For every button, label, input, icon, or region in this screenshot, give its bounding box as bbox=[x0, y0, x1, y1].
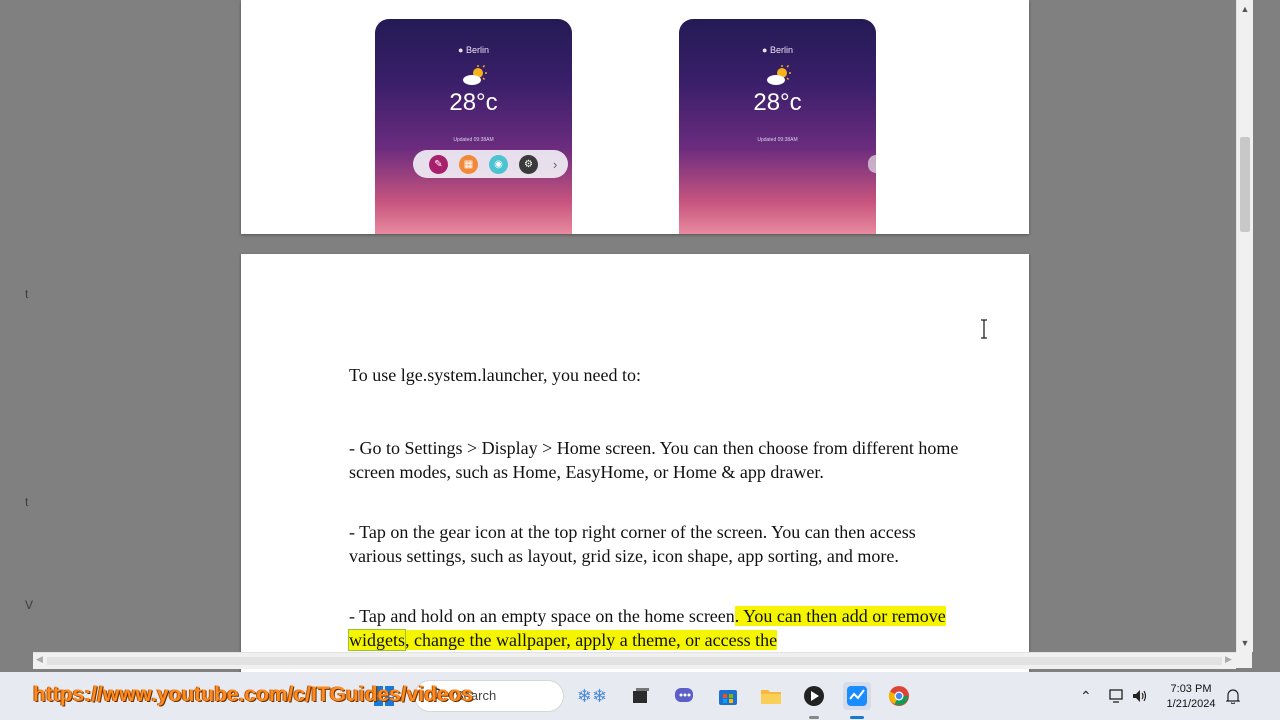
page-1: ● Berlin 28°c Updated 09:38AM ✎ ▦ ◉ ⚙ › … bbox=[241, 0, 1029, 234]
file-explorer-icon[interactable] bbox=[759, 684, 783, 708]
snowflake-widget-icon[interactable]: ❄❄ bbox=[577, 684, 607, 708]
horizontal-scrollbar[interactable]: ◀ ▶ bbox=[33, 652, 1236, 669]
store-icon[interactable] bbox=[716, 684, 740, 708]
chevron-right-icon: › bbox=[553, 156, 558, 172]
scrollbar-corner bbox=[1236, 652, 1252, 668]
partly-sunny-icon bbox=[463, 65, 487, 85]
margin-mark: t bbox=[25, 495, 29, 509]
temperature: 28°c bbox=[753, 89, 802, 116]
vertical-scroll-thumb[interactable] bbox=[1240, 137, 1250, 232]
partly-sunny-icon bbox=[767, 65, 791, 85]
book-app-icon: ▦ bbox=[459, 154, 478, 174]
paragraph-3: - Tap and hold on an empty space on the … bbox=[348, 604, 961, 652]
updated-time: Updated 09:38AM bbox=[453, 137, 494, 143]
scroll-down-icon[interactable]: ▼ bbox=[1237, 638, 1253, 648]
channel-url-overlay: https://www.youtube.com/c/ITGuides/video… bbox=[33, 683, 474, 706]
paragraph-3-plain: - Tap and hold on an empty space on the … bbox=[349, 606, 735, 626]
margin-mark: t bbox=[25, 287, 29, 301]
highlight-span: . You can then add or remove bbox=[734, 606, 946, 626]
highlight-selected-word: widgets bbox=[348, 629, 406, 651]
notification-bell-icon[interactable] bbox=[1226, 672, 1240, 720]
document-viewer: t t V ● Berlin 28°c Updated 09:38AM ✎ ▦ … bbox=[0, 0, 1280, 672]
paragraph-2: - Tap on the gear icon at the top right … bbox=[349, 522, 916, 566]
pin-app-icon: ◉ bbox=[489, 154, 508, 174]
edit-app-icon: ✎ bbox=[429, 154, 448, 174]
weather-city: ● Berlin bbox=[458, 45, 489, 55]
weather-city: ● Berlin bbox=[762, 45, 793, 55]
phone-screenshot-without-dock: ● Berlin 28°c Updated 09:38AM bbox=[679, 19, 876, 234]
highlight-span: , change the wallpaper, apply a theme, o… bbox=[405, 630, 778, 650]
paragraph-1: - Go to Settings > Display > Home screen… bbox=[349, 438, 959, 482]
scroll-left-icon[interactable]: ◀ bbox=[36, 654, 43, 665]
app-dock: ✎ ▦ ◉ ⚙ › bbox=[413, 150, 568, 178]
network-icon[interactable] bbox=[1109, 672, 1125, 720]
scroll-right-icon[interactable]: ▶ bbox=[1225, 654, 1232, 665]
active-app-indicator bbox=[850, 716, 864, 719]
settings-app-icon: ⚙ bbox=[519, 154, 538, 174]
scroll-up-icon[interactable]: ▲ bbox=[1237, 4, 1253, 14]
updated-time: Updated 09:38AM bbox=[757, 137, 798, 143]
text-cursor-icon bbox=[981, 319, 987, 339]
system-clock[interactable]: 7:03 PM 1/21/2024 bbox=[1158, 682, 1224, 712]
temperature: 28°c bbox=[449, 89, 498, 116]
teams-chat-icon[interactable] bbox=[673, 684, 697, 708]
horizontal-scroll-thumb[interactable] bbox=[47, 657, 1222, 665]
margin-mark: V bbox=[25, 598, 34, 612]
show-hidden-icons[interactable]: ⌃ bbox=[1080, 672, 1092, 720]
page-2: To use lge.system.launcher, you need to:… bbox=[241, 254, 1029, 672]
left-margin-strip: t t V bbox=[0, 0, 33, 672]
active-app-indicator bbox=[809, 716, 819, 719]
phone-screenshot-with-dock: ● Berlin 28°c Updated 09:38AM ✎ ▦ ◉ ⚙ › bbox=[375, 19, 572, 234]
clock-time: 7:03 PM bbox=[1170, 683, 1212, 695]
task-view-icon[interactable] bbox=[629, 684, 653, 708]
chrome-icon[interactable] bbox=[887, 684, 911, 708]
activity-app-icon[interactable] bbox=[843, 682, 871, 710]
media-player-icon[interactable] bbox=[802, 684, 826, 708]
clock-date: 1/21/2024 bbox=[1166, 698, 1216, 710]
intro-text: To use lge.system.launcher, you need to: bbox=[349, 365, 641, 385]
volume-icon[interactable] bbox=[1132, 672, 1148, 720]
vertical-scrollbar[interactable]: ▲ ▼ bbox=[1236, 0, 1253, 652]
edge-panel-handle bbox=[868, 155, 876, 173]
